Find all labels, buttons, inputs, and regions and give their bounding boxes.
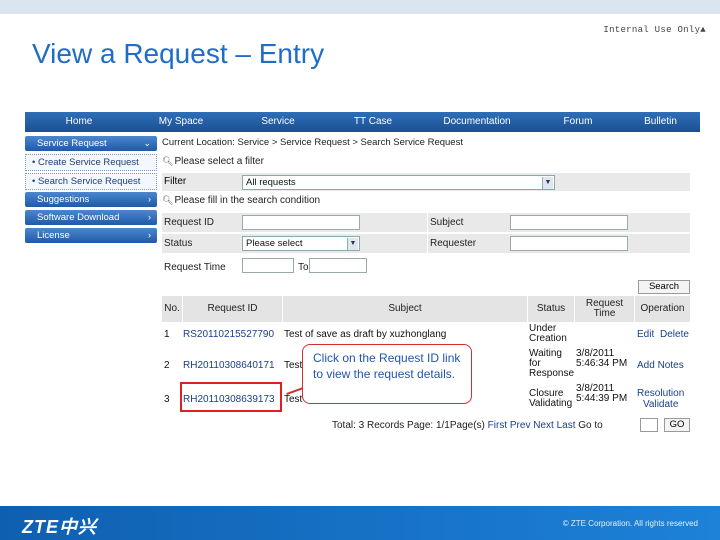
sidebar-item-label: Software Download (37, 212, 120, 223)
row-3-resolution-link[interactable]: Resolution (637, 389, 684, 399)
pager-goto-label: Go to (578, 420, 603, 431)
chevron-right-icon: › (148, 230, 151, 240)
pagination-summary: Total: 3 Records Page: 1/1Page(s) (332, 420, 485, 431)
requester-label: Requester (430, 238, 477, 249)
subject-label: Subject (430, 217, 464, 228)
nav-forum[interactable]: Forum (535, 112, 621, 132)
sidebar-item-label: Suggestions (37, 194, 90, 205)
nav-bulletin[interactable]: Bulletin (621, 112, 700, 132)
pagination-bar: Total: 3 Records Page: 1/1Page(s) First … (332, 420, 603, 431)
row-2-no: 2 (164, 360, 170, 371)
top-strip (0, 0, 720, 14)
row-3-validate-link[interactable]: Validate (643, 400, 678, 410)
row-1-edit-link[interactable]: Edit (637, 330, 654, 340)
filter-heading: 🔍︎Please select a filter (162, 156, 264, 167)
breadcrumb: Current Location: Service > Service Requ… (162, 137, 463, 148)
search-button[interactable]: Search (638, 280, 690, 294)
goto-page-input[interactable] (640, 418, 658, 432)
sidebar-item-create-service-request[interactable]: • Create Service Request (25, 154, 157, 171)
row-2-subject: Test (284, 360, 303, 371)
zte-logo: ZTE中兴 (22, 517, 97, 537)
request-id-label: Request ID (164, 217, 215, 228)
status-row: Status Please select ▼ (162, 234, 427, 253)
filter-label: Filter (164, 176, 187, 187)
col-header-no: No. (162, 296, 182, 322)
top-nav: Home My Space Service TT Case Documentat… (25, 112, 700, 132)
status-select[interactable]: Please select ▼ (242, 236, 360, 251)
row-3-subject: Test (284, 394, 303, 405)
nav-documentation[interactable]: Documentation (419, 112, 535, 132)
row-2-request-time: 3/8/2011 5:46:34 PM (576, 348, 628, 369)
sidebar-item-software-download[interactable]: Software Download › (25, 210, 157, 225)
sidebar-item-license[interactable]: License › (25, 228, 157, 243)
row-2-status: Waiting for Response (529, 348, 575, 379)
row-3-status: Closure Validating (529, 388, 573, 409)
request-id-input[interactable] (242, 215, 360, 230)
internal-use-label: Internal Use Only▲ (603, 25, 706, 35)
row-1-no: 1 (164, 329, 170, 340)
request-id-row: Request ID (162, 213, 427, 232)
sidebar-item-search-service-request[interactable]: • Search Service Request (25, 173, 157, 190)
pager-first-link[interactable]: First (488, 420, 507, 431)
pager-next-link[interactable]: Next (533, 420, 554, 431)
row-1-status: Under Creation (529, 323, 567, 344)
sidebar-item-suggestions[interactable]: Suggestions › (25, 192, 157, 207)
chevron-down-icon: ▼ (347, 238, 358, 250)
chevron-down-icon: ▼ (542, 177, 553, 189)
col-header-request-time: Request Time (575, 296, 634, 322)
row-1-subject: Test of save as draft by xuzhonglang (284, 329, 447, 340)
subject-row: Subject (428, 213, 690, 232)
col-header-status: Status (528, 296, 574, 322)
go-button[interactable]: GO (664, 418, 690, 432)
slide-title: View a Request – Entry (32, 38, 325, 69)
row-3-no: 3 (164, 394, 170, 405)
magnifier-icon: 🔍︎ (162, 156, 174, 166)
row-3-request-time: 3/8/2011 5:44:39 PM (576, 383, 628, 404)
filter-select[interactable]: All requests ▼ (242, 175, 555, 190)
nav-tt-case[interactable]: TT Case (327, 112, 419, 132)
sidebar-item-label: Service Request (37, 138, 107, 149)
col-header-operation: Operation (635, 296, 690, 322)
subject-input[interactable] (510, 215, 628, 230)
nav-home[interactable]: Home (25, 112, 133, 132)
request-time-to-input[interactable] (309, 258, 367, 273)
request-id-highlight-box (180, 382, 282, 412)
request-time-label: Request Time (164, 262, 226, 273)
pager-last-link[interactable]: Last (557, 420, 576, 431)
pager-prev-link[interactable]: Prev (510, 420, 531, 431)
chevron-down-icon: ⌄ (143, 138, 151, 148)
chevron-right-icon: › (148, 212, 151, 222)
requester-row: Requester (428, 234, 690, 253)
nav-my-space[interactable]: My Space (133, 112, 229, 132)
sidebar-item-label: License (37, 230, 70, 241)
sidebar: Service Request ⌄ • Create Service Reque… (25, 136, 157, 246)
sidebar-item-service-request[interactable]: Service Request ⌄ (25, 136, 157, 151)
request-time-from-input[interactable] (242, 258, 294, 273)
status-label: Status (164, 238, 193, 249)
row-2-add-notes-link[interactable]: Add Notes (637, 361, 684, 371)
callout-tip: Click on the Request ID link to view the… (302, 344, 472, 404)
nav-service[interactable]: Service (229, 112, 327, 132)
magnifier-icon: 🔍︎ (162, 195, 174, 205)
request-time-to-label: To (298, 262, 309, 273)
copyright-text: © ZTE Corporation. All rights reserved (562, 519, 698, 528)
row-2-request-id-link[interactable]: RH20110308640171 (183, 361, 275, 371)
col-header-subject: Subject (283, 296, 527, 322)
chevron-right-icon: › (148, 194, 151, 204)
footer-bar: ZTE中兴 © ZTE Corporation. All rights rese… (0, 506, 720, 540)
condition-heading: 🔍︎Please fill in the search condition (162, 195, 321, 206)
col-header-request-id: Request ID (183, 296, 282, 322)
requester-input[interactable] (510, 236, 628, 251)
row-1-delete-link[interactable]: Delete (660, 330, 689, 340)
row-1-request-id-link[interactable]: RS20110215527790 (183, 330, 274, 340)
filter-row: Filter All requests ▼ (162, 173, 690, 191)
